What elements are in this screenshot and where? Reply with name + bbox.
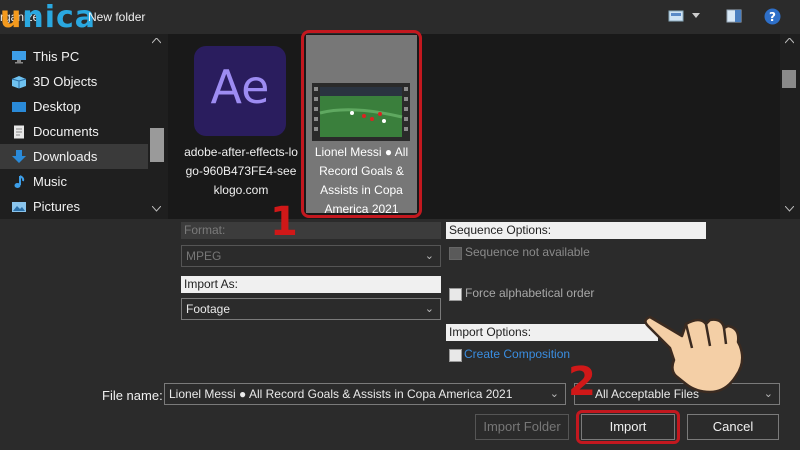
import-options-label: Import Options: — [446, 324, 658, 341]
create-composition-checkbox[interactable] — [449, 349, 462, 362]
view-options-icon[interactable] — [668, 9, 684, 23]
help-icon[interactable]: ? — [764, 8, 781, 25]
download-arrow-icon — [12, 149, 26, 163]
after-effects-logo-thumbnail[interactable]: Ae — [194, 46, 286, 136]
alphabetical-order-label: Force alphabetical order — [465, 286, 595, 300]
nav-item-pictures[interactable]: Pictures — [0, 194, 148, 219]
format-label: Format: — [181, 222, 441, 239]
nav-item-label: Downloads — [33, 149, 98, 164]
scroll-down-icon[interactable] — [785, 206, 794, 212]
preview-pane-icon[interactable] — [726, 9, 742, 23]
pictures-icon — [12, 201, 26, 212]
sequence-checkbox — [449, 247, 462, 260]
sequence-checkbox-label: Sequence not available — [465, 245, 590, 259]
nav-scroll-thumb[interactable] — [150, 128, 164, 162]
nav-item-label: Documents — [33, 124, 99, 139]
import-as-select[interactable]: Footage ⌄ — [181, 298, 441, 320]
import-folder-button: Import Folder — [475, 414, 569, 440]
cube-icon — [11, 75, 27, 88]
document-icon — [14, 125, 24, 138]
music-note-icon — [14, 174, 25, 188]
chevron-down-icon: ⌄ — [424, 303, 434, 315]
create-composition-label[interactable]: Create Composition — [464, 347, 570, 361]
unica-watermark-logo: unica — [0, 0, 97, 35]
import-button-highlight — [576, 410, 680, 444]
cancel-button[interactable]: Cancel — [687, 414, 779, 440]
sequence-options-label: Sequence Options: — [446, 222, 706, 239]
pointing-hand-icon — [644, 315, 744, 394]
new-folder-button[interactable]: New folder — [88, 10, 145, 24]
scroll-down-icon[interactable] — [152, 206, 161, 212]
chevron-down-icon: ⌄ — [549, 388, 559, 400]
format-select: MPEG ⌄ — [181, 245, 441, 267]
import-as-label: Import As: — [181, 276, 441, 293]
computer-icon — [12, 50, 26, 63]
scroll-up-icon[interactable] — [152, 38, 161, 44]
file-scrollbar[interactable] — [780, 34, 800, 219]
after-effects-icon: Ae — [210, 60, 270, 114]
nav-item-label: 3D Objects — [33, 74, 98, 89]
nav-item-label: This PC — [33, 49, 80, 64]
chevron-down-icon: ⌄ — [763, 388, 773, 400]
nav-item-desktop[interactable]: Desktop — [0, 94, 148, 119]
toolbar: rganize unica New folder ? — [0, 0, 800, 35]
chevron-down-icon[interactable] — [692, 13, 700, 19]
svg-text:?: ? — [769, 10, 776, 24]
file-name-field-label: File name: — [102, 388, 163, 403]
file-scroll-thumb[interactable] — [782, 70, 796, 88]
file-name-input[interactable]: Lionel Messi ● All Record Goals & Assist… — [164, 383, 566, 405]
step-1-marker: 1 — [270, 199, 298, 245]
desktop-icon — [12, 101, 26, 112]
scroll-up-icon[interactable] — [785, 38, 794, 44]
nav-item-label: Desktop — [33, 99, 81, 114]
nav-scrollbar[interactable] — [148, 34, 165, 219]
nav-item-label: Music — [33, 174, 67, 189]
nav-item-label: Pictures — [33, 199, 80, 214]
chevron-down-icon: ⌄ — [424, 250, 434, 262]
file-name-label[interactable]: adobe-after-effects-logo-960B473FE4-seek… — [184, 143, 298, 200]
nav-item-3d-objects[interactable]: 3D Objects — [0, 69, 148, 94]
nav-item-this-pc[interactable]: This PC — [0, 44, 148, 69]
step-2-marker: 2 — [568, 359, 596, 405]
navigation-pane: This PC 3D Objects Desktop Documents Dow… — [0, 34, 168, 219]
alphabetical-order-checkbox[interactable] — [449, 288, 462, 301]
nav-item-documents[interactable]: Documents — [0, 119, 148, 144]
selected-file-highlight — [301, 30, 422, 218]
nav-item-downloads[interactable]: Downloads — [0, 144, 148, 169]
nav-item-music[interactable]: Music — [0, 169, 148, 194]
